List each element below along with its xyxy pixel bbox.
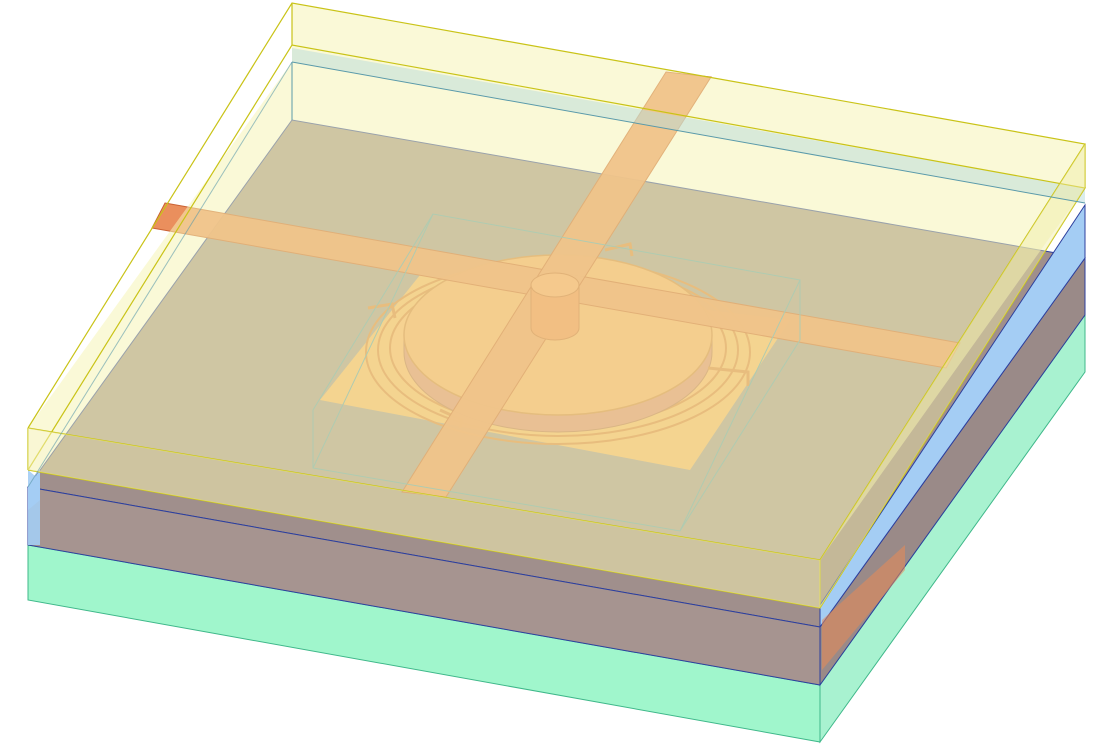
mid-layer-blue-band-left xyxy=(28,470,40,545)
layer-stack-diagram xyxy=(27,2,1086,744)
